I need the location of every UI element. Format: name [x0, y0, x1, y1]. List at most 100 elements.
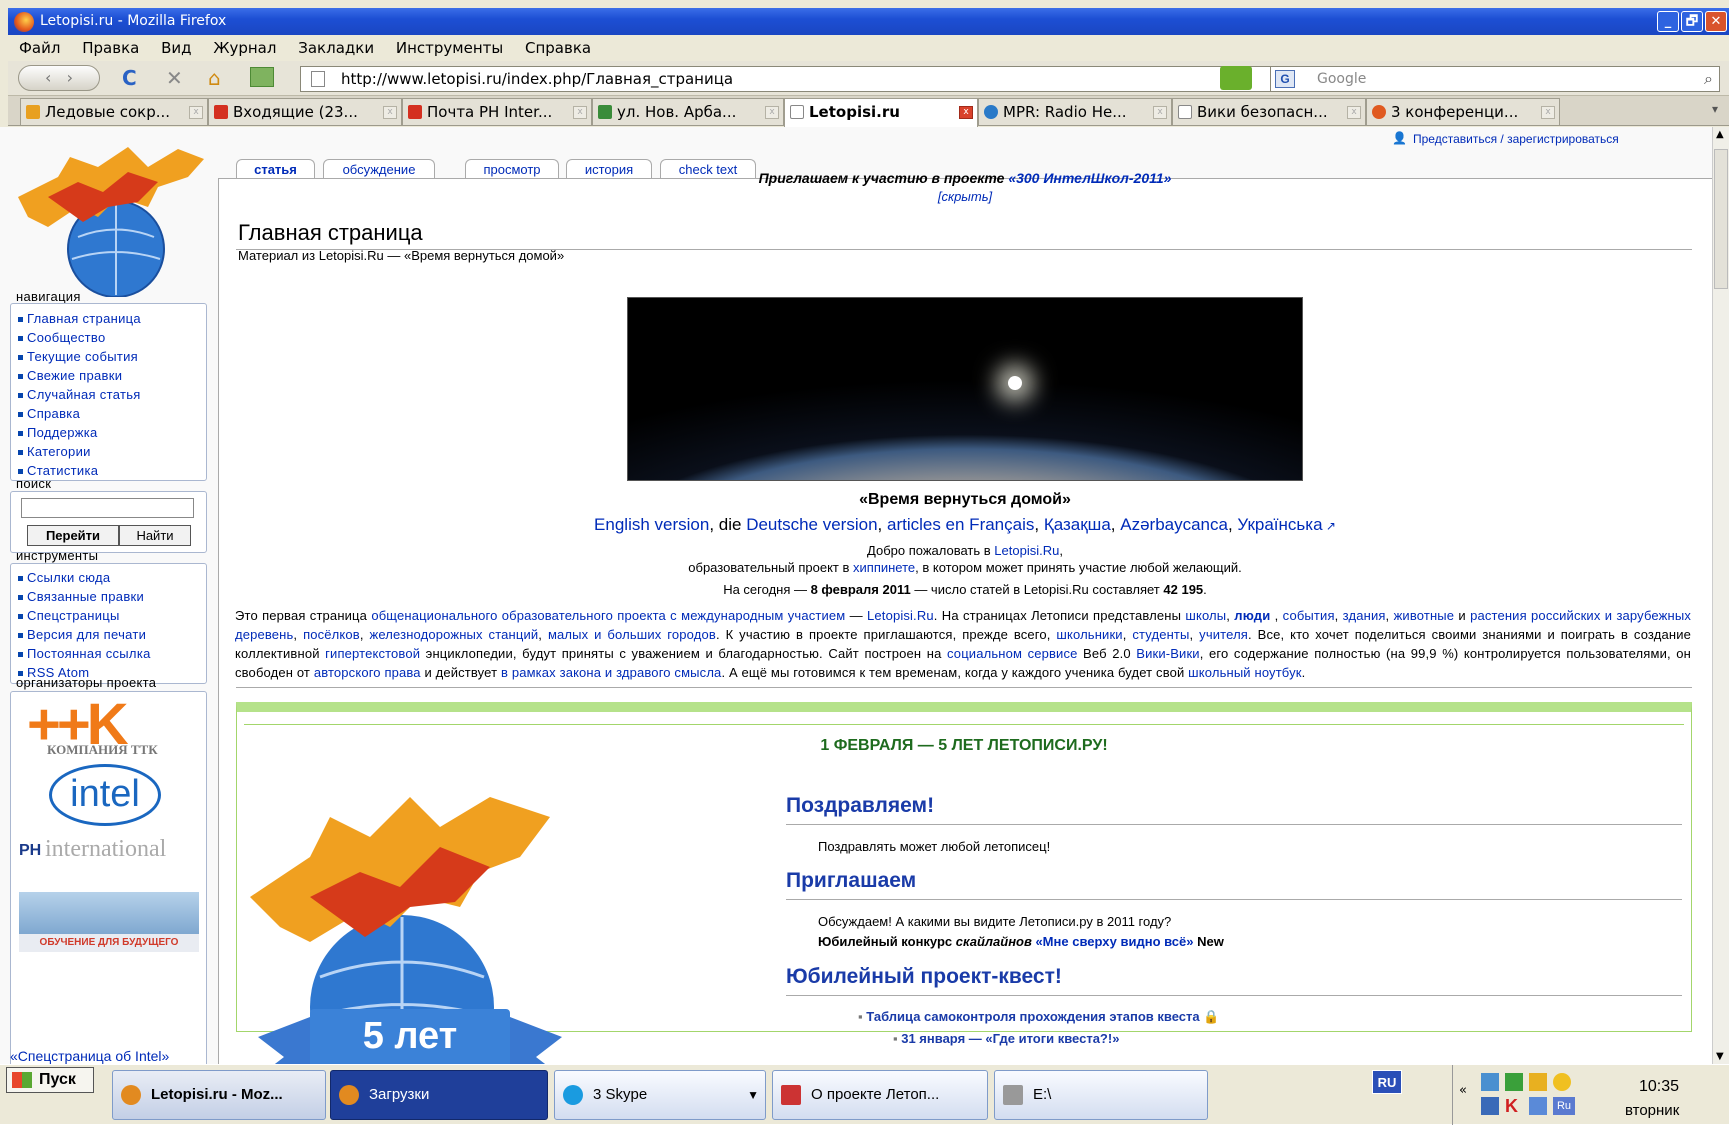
- nav-support[interactable]: Поддержка: [11, 423, 206, 442]
- tray-security-icon[interactable]: [1553, 1073, 1571, 1091]
- ph-international-logo[interactable]: international: [45, 835, 166, 863]
- inline-link[interactable]: социальном сервисе: [947, 646, 1077, 661]
- scroll-down-icon[interactable]: ▼: [1716, 1051, 1724, 1062]
- find-button[interactable]: Найти: [119, 525, 191, 546]
- inline-link[interactable]: авторского права: [314, 665, 421, 680]
- inline-link[interactable]: люди: [1234, 608, 1270, 623]
- nav-categories[interactable]: Категории: [11, 442, 206, 461]
- tool-special-pages[interactable]: Спецстраницы: [11, 606, 206, 625]
- maximize-button[interactable]: 🗗: [1681, 11, 1703, 32]
- inline-link[interactable]: железнодорожных станций: [369, 627, 538, 642]
- nav-random-article[interactable]: Случайная статья: [11, 385, 206, 404]
- tray-lang-icon[interactable]: Ru: [1553, 1097, 1575, 1115]
- lang-french[interactable]: articles en Français: [887, 515, 1034, 534]
- tab-8[interactable]: 3 конференци... x: [1366, 98, 1560, 125]
- lang-kazakh[interactable]: Қазақша: [1044, 515, 1111, 534]
- vertical-scrollbar[interactable]: ▲ ▼: [1712, 127, 1729, 1064]
- forward-icon[interactable]: ›: [67, 68, 73, 87]
- tab-close-icon[interactable]: x: [959, 106, 973, 119]
- task-firefox[interactable]: Letopisi.ru - Moz...: [112, 1070, 326, 1120]
- tab-close-icon[interactable]: x: [1541, 106, 1555, 119]
- tab-close-icon[interactable]: x: [765, 106, 779, 119]
- tool-print-version[interactable]: Версия для печати: [11, 625, 206, 644]
- tab-3[interactable]: Почта PH Inter... x: [402, 98, 592, 125]
- tab-5-active[interactable]: Letopisi.ru x: [784, 98, 978, 127]
- menu-bookmarks[interactable]: Закладки: [298, 39, 374, 57]
- tray-network-icon[interactable]: [1481, 1073, 1499, 1091]
- nav-main-page[interactable]: Главная страница: [11, 309, 206, 328]
- inline-link[interactable]: здания: [1343, 608, 1386, 623]
- tray-app-icon[interactable]: [1505, 1073, 1523, 1091]
- tab-close-icon[interactable]: x: [1153, 106, 1167, 119]
- addon-icon[interactable]: [1220, 66, 1252, 90]
- group-dropdown-icon[interactable]: ▼: [747, 1071, 759, 1119]
- tab-7[interactable]: Вики безопасн... x: [1172, 98, 1366, 125]
- task-skype[interactable]: 3 Skype ▼: [554, 1070, 766, 1120]
- quest-item-1[interactable]: ▪ Таблица самоконтроля прохождения этапо…: [858, 1008, 1219, 1026]
- task-word-doc[interactable]: О проекте Летоп...: [772, 1070, 988, 1120]
- inline-link[interactable]: события: [1283, 608, 1335, 623]
- clock-time[interactable]: 10:35: [1639, 1077, 1679, 1097]
- google-engine-icon[interactable]: G: [1275, 70, 1295, 88]
- lang-azerbaijani[interactable]: Azərbaycanca: [1120, 515, 1228, 534]
- nav-current-events[interactable]: Текущие события: [11, 347, 206, 366]
- scroll-thumb[interactable]: [1714, 149, 1728, 289]
- tray-display-icon[interactable]: [1529, 1097, 1547, 1115]
- start-button[interactable]: Пуск: [6, 1067, 94, 1093]
- bookmark-add-icon[interactable]: [250, 67, 274, 87]
- tab-list-icon[interactable]: ▾: [1712, 102, 1718, 116]
- tab-1[interactable]: Ледовые сокр... x: [20, 98, 208, 125]
- tab-close-icon[interactable]: x: [573, 106, 587, 119]
- welcome-site-link[interactable]: Letopisi.Ru: [994, 543, 1059, 558]
- inline-link[interactable]: животные: [1394, 608, 1455, 623]
- menu-view[interactable]: Вид: [161, 39, 191, 57]
- inline-link[interactable]: в рамках закона и здравого смысла: [501, 665, 721, 680]
- language-indicator[interactable]: RU: [1372, 1070, 1402, 1094]
- tool-links-here[interactable]: Ссылки сюда: [11, 568, 206, 587]
- quest-item-1-link[interactable]: Таблица самоконтроля прохождения этапов …: [866, 1009, 1199, 1024]
- inline-link[interactable]: учителя: [1199, 627, 1248, 642]
- back-forward-buttons[interactable]: ‹ ›: [18, 65, 100, 91]
- minimize-button[interactable]: _: [1657, 11, 1679, 32]
- tab-close-icon[interactable]: x: [189, 106, 203, 119]
- intel-education-banner[interactable]: ОБУЧЕНИЕ ДЛЯ БУДУЩЕГО: [19, 892, 199, 952]
- intel-special-page-link[interactable]: «Спецстраница об Intel»: [10, 1048, 169, 1064]
- sidebar-search-input[interactable]: [21, 498, 194, 518]
- inline-link[interactable]: школьники: [1056, 627, 1122, 642]
- back-icon[interactable]: ‹: [45, 68, 51, 87]
- tab-2[interactable]: Входящие (23... x: [208, 98, 402, 125]
- tab-6[interactable]: MPR: Radio He... x: [978, 98, 1172, 125]
- inline-link[interactable]: школы: [1185, 608, 1226, 623]
- tab-close-icon[interactable]: x: [383, 106, 397, 119]
- inline-link[interactable]: Letopisi.Ru: [867, 608, 934, 623]
- tray-folder-icon[interactable]: [1529, 1073, 1547, 1091]
- inline-link[interactable]: малых и больших городов: [548, 627, 716, 642]
- inline-link[interactable]: школьный ноутбук: [1188, 665, 1301, 680]
- menu-help[interactable]: Справка: [525, 39, 591, 57]
- inline-link[interactable]: посёлков: [303, 627, 360, 642]
- inline-link[interactable]: студенты: [1132, 627, 1189, 642]
- quest-item-2[interactable]: ▪ 31 января — «Где итоги квеста?!»: [893, 1030, 1119, 1048]
- close-button[interactable]: ✕: [1705, 11, 1727, 32]
- task-downloads[interactable]: Загрузки: [330, 1070, 548, 1120]
- lang-ukrainian[interactable]: Українська: [1237, 515, 1322, 534]
- lang-english[interactable]: English version: [594, 515, 709, 534]
- scroll-up-icon[interactable]: ▲: [1716, 129, 1724, 140]
- contest-link[interactable]: «Мне сверху видно всё»: [1032, 934, 1193, 949]
- stop-icon[interactable]: ✕: [166, 67, 183, 89]
- search-bar[interactable]: G Google ⌕: [1270, 66, 1720, 92]
- tab-close-icon[interactable]: x: [1347, 106, 1361, 119]
- tray-expand-icon[interactable]: «: [1459, 1083, 1467, 1098]
- hippinet-link[interactable]: хиппинете: [853, 560, 915, 575]
- inline-link[interactable]: Вики-Вики: [1136, 646, 1199, 661]
- intel-logo[interactable]: intel: [49, 764, 161, 826]
- search-icon[interactable]: ⌕: [1704, 67, 1713, 91]
- menu-history[interactable]: Журнал: [213, 39, 276, 57]
- tool-permalink[interactable]: Постоянная ссылка: [11, 644, 206, 663]
- quest-item-2-link[interactable]: 31 января — «Где итоги квеста?!»: [901, 1031, 1119, 1046]
- inline-link[interactable]: гипертекстовой: [325, 646, 420, 661]
- task-explorer[interactable]: E:\: [994, 1070, 1208, 1120]
- notice-link[interactable]: «300 ИнтелШкол-2011»: [1008, 170, 1171, 186]
- tool-related-changes[interactable]: Связанные правки: [11, 587, 206, 606]
- nav-recent-changes[interactable]: Свежие правки: [11, 366, 206, 385]
